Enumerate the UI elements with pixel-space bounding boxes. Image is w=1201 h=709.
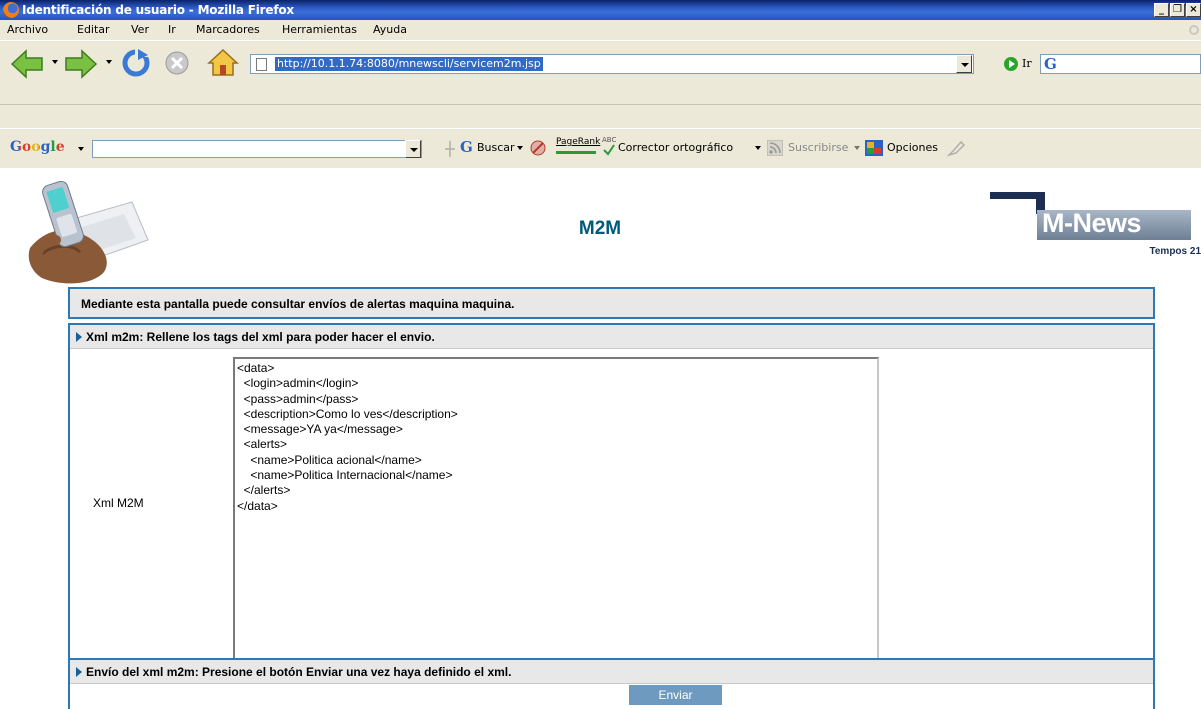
throbber-icon xyxy=(1189,25,1199,35)
google-search-history-dropdown[interactable] xyxy=(405,140,421,158)
reload-icon[interactable] xyxy=(120,47,152,79)
forward-history-dropdown-icon[interactable] xyxy=(106,60,112,64)
corrector-ortografico-button[interactable]: Corrector ortográfico xyxy=(618,141,733,154)
address-bar[interactable]: http://10.1.1.74:8080/mnewscli/servicem2… xyxy=(250,54,974,74)
search-box[interactable]: G xyxy=(1040,54,1201,74)
page-title: M2M xyxy=(578,218,622,239)
section-arrow-icon xyxy=(76,667,82,677)
menu-bar: Archivo Editar Ver Ir Marcadores Herrami… xyxy=(0,20,1201,40)
menu-ir[interactable]: Ir xyxy=(168,23,176,36)
corrector-dropdown-icon[interactable] xyxy=(755,146,761,150)
xml-textarea[interactable]: <data> <login>admin</login> <pass>admin<… xyxy=(233,357,879,670)
enviar-button[interactable]: Enviar xyxy=(629,685,722,705)
opciones-button[interactable]: Opciones xyxy=(887,141,938,154)
google-search-icon[interactable]: G xyxy=(1044,55,1057,73)
spellcheck-check-icon[interactable] xyxy=(603,144,615,156)
intro-panel: Mediante esta pantalla puede consultar e… xyxy=(68,287,1155,319)
close-button[interactable]: × xyxy=(1186,3,1201,17)
send-section-header: Envío del xml m2m: Presione el botón Env… xyxy=(70,660,1153,684)
send-section-title: Envío del xml m2m: Presione el botón Env… xyxy=(86,665,512,679)
xml-section-title: Xml m2m: Rellene los tags del xml para p… xyxy=(86,330,435,344)
navigation-toolbar: http://10.1.1.74:8080/mnewscli/servicem2… xyxy=(0,40,1201,84)
back-history-dropdown-icon[interactable] xyxy=(52,60,58,64)
google-logo-text: Google xyxy=(10,139,65,155)
logo-text: M-News xyxy=(1042,208,1142,238)
suscribirse-dropdown-icon[interactable] xyxy=(854,146,860,150)
menu-ayuda[interactable]: Ayuda xyxy=(373,23,407,36)
back-arrow-icon[interactable] xyxy=(10,49,44,79)
intro-header: Mediante esta pantalla puede consultar e… xyxy=(70,289,1153,317)
popup-blocker-icon[interactable] xyxy=(528,139,548,157)
pagerank-label[interactable]: PageRank xyxy=(556,137,600,147)
xml-field-label: Xml M2M xyxy=(93,496,144,510)
home-icon[interactable] xyxy=(206,47,240,79)
google-logo[interactable]: Google xyxy=(10,139,65,155)
google-search-input[interactable] xyxy=(92,140,422,158)
menu-editar[interactable]: Editar xyxy=(77,23,110,36)
stop-icon[interactable] xyxy=(164,50,190,76)
window-title: Identificación de usuario - Mozilla Fire… xyxy=(22,3,294,17)
m-news-logo: M-News Tempos 21 xyxy=(990,192,1201,262)
bookmarks-toolbar xyxy=(0,104,1201,128)
menu-archivo[interactable]: Archivo xyxy=(7,23,48,36)
go-label[interactable]: Ir xyxy=(1022,57,1032,70)
options-icon[interactable] xyxy=(864,139,884,157)
page-icon xyxy=(256,58,267,71)
buscar-button[interactable]: Buscar xyxy=(477,141,515,154)
xml-panel: Xml m2m: Rellene los tags del xml para p… xyxy=(68,323,1155,692)
phone-illustration xyxy=(28,180,149,284)
send-panel: Envío del xml m2m: Presione el botón Env… xyxy=(68,658,1155,709)
suscribirse-button[interactable]: Suscribirse xyxy=(788,141,848,154)
menu-marcadores[interactable]: Marcadores xyxy=(196,23,260,36)
search-separator-icon xyxy=(445,141,455,157)
go-icon[interactable] xyxy=(1004,57,1018,71)
highlighter-icon[interactable] xyxy=(946,139,966,157)
google-toolbar: Google G Buscar PageRank ABC Corrector o… xyxy=(0,128,1201,168)
google-search-icon-small[interactable]: G xyxy=(460,138,473,156)
restore-button[interactable]: ❐ xyxy=(1170,3,1185,17)
spellcheck-abc-label: ABC xyxy=(602,136,617,144)
menu-herramientas[interactable]: Herramientas xyxy=(282,23,357,36)
intro-text: Mediante esta pantalla puede consultar e… xyxy=(81,297,515,311)
menu-ver[interactable]: Ver xyxy=(131,23,149,36)
section-arrow-icon xyxy=(76,332,82,342)
forward-arrow-icon[interactable] xyxy=(64,49,98,79)
address-history-dropdown[interactable] xyxy=(956,55,972,73)
buscar-dropdown-icon[interactable] xyxy=(517,146,523,150)
window-title-bar: Identificación de usuario - Mozilla Fire… xyxy=(0,0,1201,20)
xml-section-header: Xml m2m: Rellene los tags del xml para p… xyxy=(70,325,1153,349)
logo-subtitle: Tempos 21 xyxy=(1149,246,1201,257)
rss-feed-icon[interactable] xyxy=(767,140,783,156)
firefox-icon xyxy=(3,2,19,18)
minimize-button[interactable]: _ xyxy=(1154,3,1169,17)
address-url[interactable]: http://10.1.1.74:8080/mnewscli/servicem2… xyxy=(275,57,543,71)
page-content: M2M M-News Tempos 21 Mediante esta panta… xyxy=(0,168,1201,709)
google-menu-dropdown-icon[interactable] xyxy=(78,147,84,151)
pagerank-bar xyxy=(556,151,596,154)
